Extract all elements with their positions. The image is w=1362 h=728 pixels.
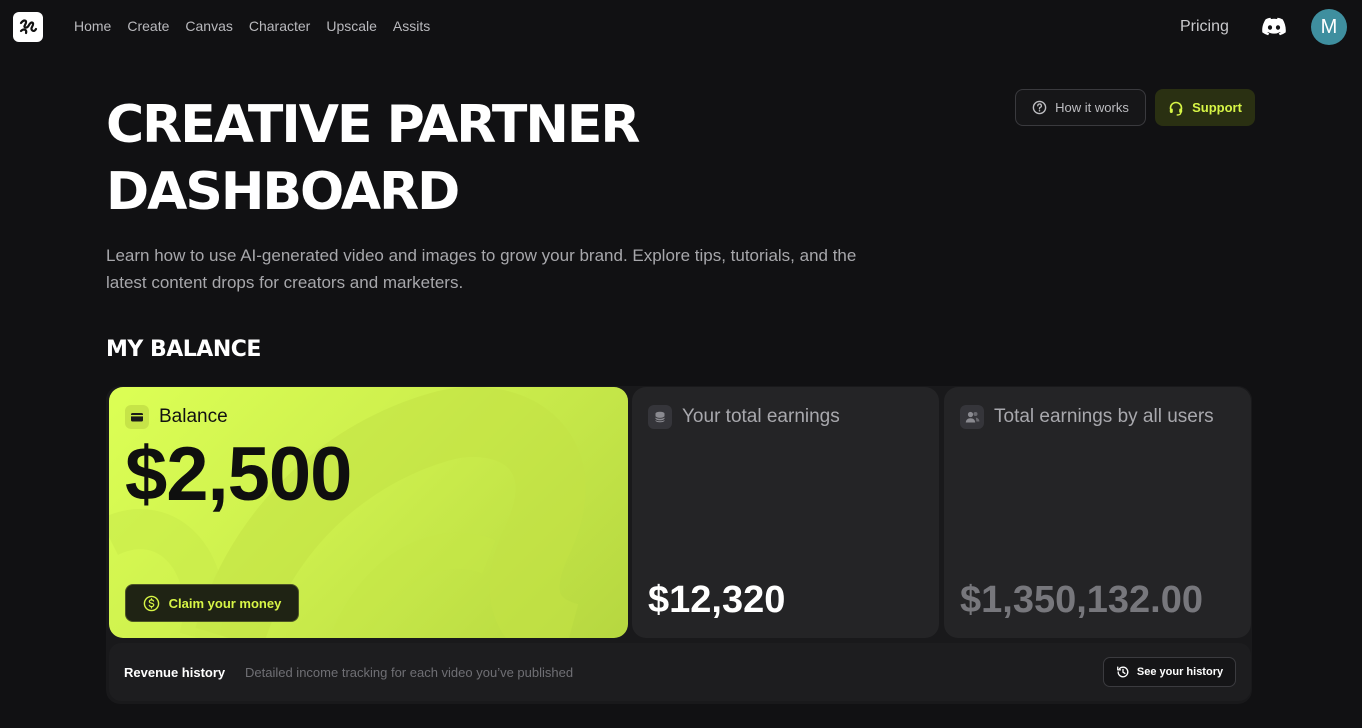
my-balance-heading: MY BALANCE: [106, 337, 261, 362]
how-it-works-label: How it works: [1055, 100, 1129, 115]
balance-card-header: Balance: [125, 405, 228, 429]
dollar-circle-icon: [143, 595, 159, 611]
all-users-earnings-header: Total earnings by all users: [960, 405, 1214, 429]
see-history-button[interactable]: See your history: [1103, 657, 1236, 687]
revenue-history-bar: Revenue history Detailed income tracking…: [109, 643, 1251, 701]
top-nav: Home Create Canvas Character Upscale Ass…: [0, 0, 1362, 54]
support-button[interactable]: Support: [1155, 89, 1255, 126]
app-logo[interactable]: [13, 12, 43, 42]
revenue-history-description: Detailed income tracking for each video …: [245, 665, 574, 680]
your-earnings-card: Your total earnings $12,320: [632, 387, 939, 638]
all-users-earnings-label: Total earnings by all users: [994, 406, 1214, 427]
all-users-earnings-amount: $1,350,132.00: [960, 579, 1204, 621]
page-title-line-2: DASHBOARD: [106, 162, 460, 222]
pricing-link[interactable]: Pricing: [1180, 18, 1229, 36]
balance-label: Balance: [159, 406, 228, 427]
revenue-history-title: Revenue history: [124, 665, 226, 680]
page-description: Learn how to use AI-generated video and …: [106, 246, 857, 292]
see-history-label: See your history: [1136, 666, 1224, 678]
claim-money-label: Claim your money: [168, 595, 282, 611]
page-title-line-1: CREATIVE PARTNER: [106, 95, 640, 155]
history-icon: [1116, 666, 1129, 678]
your-earnings-label: Your total earnings: [682, 406, 840, 427]
coins-stack-icon: [648, 405, 672, 429]
page-title: CREATIVE PARTNER DASHBOARD: [106, 92, 726, 226]
wallet-icon: [125, 405, 149, 429]
nav-link-upscale[interactable]: Upscale: [326, 18, 377, 34]
nav-link-character[interactable]: Character: [249, 18, 310, 34]
nav-link-home[interactable]: Home: [74, 18, 111, 34]
question-circle-icon: [1032, 100, 1047, 115]
users-icon: [960, 405, 984, 429]
nav-links: Home Create Canvas Character Upscale Ass…: [74, 18, 430, 34]
how-it-works-button[interactable]: How it works: [1015, 89, 1146, 126]
headset-icon: [1169, 101, 1183, 116]
your-earnings-header: Your total earnings: [648, 405, 840, 429]
support-label: Support: [1192, 100, 1242, 115]
discord-icon[interactable]: [1262, 16, 1286, 38]
nav-link-create[interactable]: Create: [127, 18, 169, 34]
logo-icon: [19, 19, 38, 35]
all-users-earnings-card: Total earnings by all users $1,350,132.0…: [944, 387, 1251, 638]
balance-amount: $2,500: [125, 432, 352, 517]
avatar[interactable]: M: [1311, 9, 1347, 45]
balance-card: Balance $2,500 Claim your money: [109, 387, 628, 638]
your-earnings-amount: $12,320: [648, 579, 786, 621]
nav-link-assits[interactable]: Assits: [393, 18, 430, 34]
claim-money-button[interactable]: Claim your money: [125, 584, 299, 622]
nav-link-canvas[interactable]: Canvas: [185, 18, 232, 34]
